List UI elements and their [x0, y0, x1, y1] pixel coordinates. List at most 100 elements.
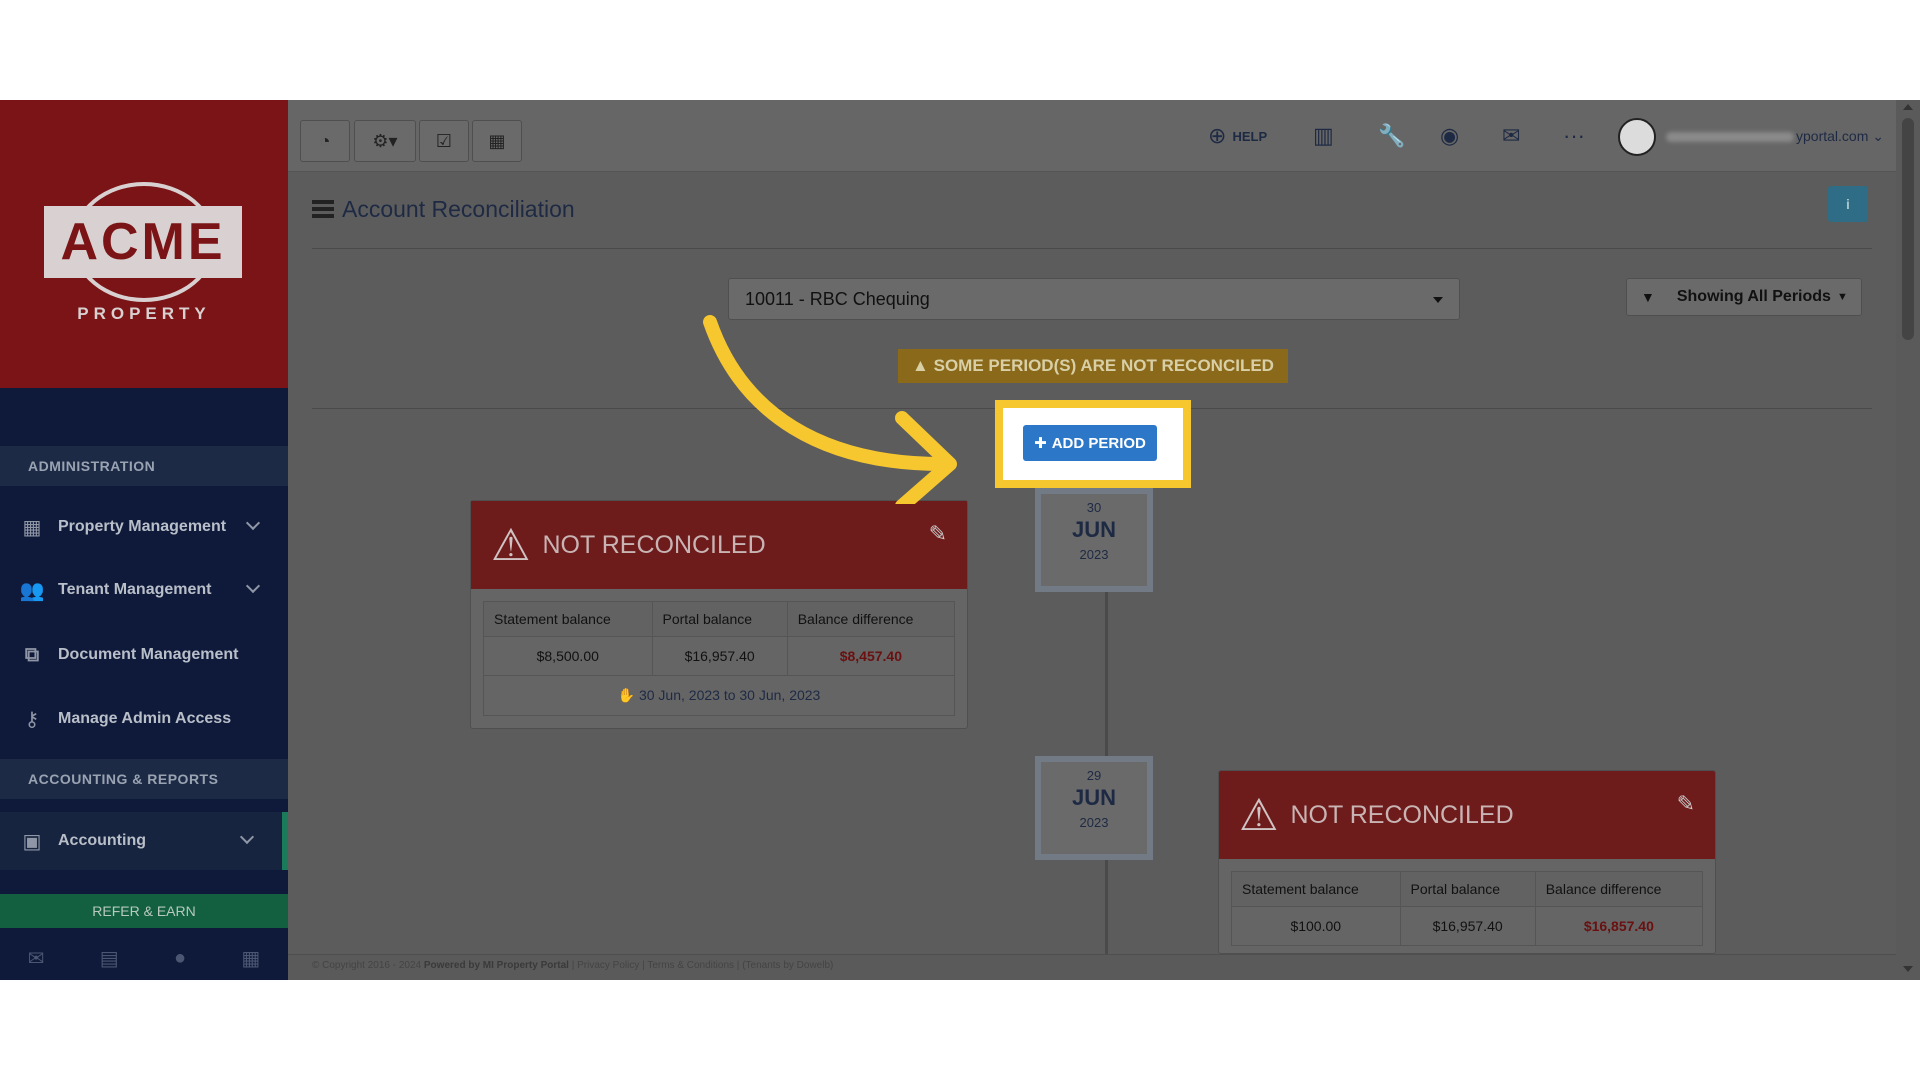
key-icon: ⚷	[24, 708, 40, 731]
money-icon: ▣	[22, 830, 42, 853]
terms-link[interactable]: Terms & Conditions	[647, 960, 734, 971]
date-month: JUN	[1071, 785, 1116, 810]
messages-button[interactable]: ✉	[1502, 120, 1520, 152]
sidebar-item-tenant-management[interactable]: 👥 Tenant Management	[0, 561, 288, 619]
period-card-header: ⚠ NOT RECONCILED ✎	[471, 501, 967, 589]
tenants-credit: (Tenants by Dowelb)	[742, 960, 834, 971]
calculator-icon[interactable]: ▦	[241, 946, 260, 971]
redacted-email	[1666, 132, 1794, 143]
scrollbar[interactable]	[1896, 100, 1920, 980]
dashboard-icon: ◔	[319, 130, 331, 151]
app-window: ACME PROPERTY ADMINISTRATION ▦ Property …	[0, 100, 1920, 980]
privacy-link[interactable]: Privacy Policy	[577, 960, 639, 971]
calendar-button[interactable]: ☑	[419, 120, 469, 162]
scrollbar-thumb[interactable]	[1902, 118, 1914, 340]
settings-dropdown-button[interactable]: ⚙▾	[354, 120, 416, 162]
chevron-down-icon: ⌄	[1872, 128, 1884, 144]
gear-icon: ⚙▾	[372, 130, 398, 151]
portal-balance: $16,957.40	[1399, 906, 1536, 946]
date-day: 29	[1086, 768, 1102, 783]
scroll-down-icon[interactable]	[1903, 966, 1913, 972]
page-footer: © Copyright 2016 - 2024 Powered by MI Pr…	[288, 954, 1900, 980]
dashboard-button[interactable]: ◔	[300, 120, 350, 162]
sidebar-item-label: Tenant Management	[58, 581, 212, 598]
divider	[312, 248, 1872, 249]
period-filter-button[interactable]: ▼ Showing All Periods ▼	[1626, 278, 1862, 316]
info-button[interactable]: i	[1828, 186, 1868, 222]
user-email-suffix: yportal.com	[1796, 128, 1869, 144]
calendar-check-icon: ☑	[435, 130, 453, 151]
sidebar-item-label: Document Management	[58, 646, 239, 663]
person-icon[interactable]: ●	[174, 947, 186, 970]
sidebar-section-accounting: ACCOUNTING & REPORTS	[0, 759, 288, 799]
column-header: Balance difference	[1534, 871, 1704, 907]
envelope-icon: ✉	[1502, 123, 1521, 148]
period-card: ⚠ NOT RECONCILED ✎ Statement balance Por…	[470, 500, 968, 729]
avatar[interactable]	[1618, 118, 1656, 156]
user-menu[interactable]: yportal.com ⌄	[1666, 128, 1884, 145]
help-button[interactable]: ⊕ HELP	[1208, 120, 1267, 152]
sidebar-item-document-management[interactable]: ⧉ Document Management	[0, 626, 288, 684]
statement-balance: $100.00	[1231, 906, 1401, 946]
sidebar-section-administration: ADMINISTRATION	[0, 446, 288, 486]
sidebar-item-accounting[interactable]: ▣ Accounting	[0, 812, 288, 870]
tools-button[interactable]: 🔧	[1378, 120, 1405, 152]
powered-by-link[interactable]: Powered by MI Property Portal	[424, 960, 569, 971]
preview-button[interactable]: ◉	[1440, 120, 1459, 152]
refer-and-earn-button[interactable]: REFER & EARN	[0, 894, 288, 928]
date-year: 2023	[1079, 815, 1109, 830]
scroll-up-icon[interactable]	[1903, 104, 1913, 110]
period-date-badge: 29 JUN 2023	[1035, 756, 1153, 860]
sidebar-item-label: Accounting	[58, 832, 146, 849]
sidebar-item-label: Manage Admin Access	[58, 710, 232, 727]
chevron-down-icon	[239, 829, 255, 845]
chevron-down-icon	[245, 515, 261, 531]
warning-icon: ⚠	[1239, 790, 1279, 840]
sidebar-item-property-management[interactable]: ▦ Property Management	[0, 498, 288, 556]
help-label: HELP	[1232, 128, 1268, 144]
table-row: ✋ 30 Jun, 2023 to 30 Jun, 2023	[483, 675, 955, 716]
column-header: Portal balance	[651, 601, 788, 637]
period-range-text: 30 Jun, 2023 to 30 Jun, 2023	[638, 687, 821, 703]
calculator-button[interactable]: ▦	[472, 120, 522, 162]
statement-balance: $8,500.00	[483, 636, 653, 676]
period-date-badge: 30 JUN 2023	[1035, 488, 1153, 592]
page-title: Account Reconciliation	[342, 196, 575, 222]
portal-balance: $16,957.40	[651, 636, 788, 676]
caret-down-icon	[1433, 297, 1443, 303]
column-header: Balance difference	[786, 601, 956, 637]
briefcase-icon[interactable]: ▤	[100, 946, 119, 971]
users-icon: 👥	[19, 579, 45, 602]
pencil-icon[interactable]: ✎	[1677, 791, 1695, 817]
funnel-icon: ▼	[1641, 289, 1655, 305]
logo-subtitle: PROPERTY	[77, 304, 211, 323]
add-period-button[interactable]: ✚ ADD PERIOD	[1023, 425, 1157, 461]
table-row: $100.00 $16,957.40 $16,857.40	[1231, 906, 1704, 946]
column-header: Statement balance	[1231, 871, 1401, 907]
brand-logo[interactable]: ACME PROPERTY	[0, 100, 288, 388]
sidebar-footer: ✉ ▤ ● ▦	[0, 936, 288, 980]
building-icon: ▦	[22, 516, 42, 539]
warning-icon: ⚠	[491, 520, 531, 570]
balance-difference: $16,857.40	[1534, 906, 1704, 946]
main-content: ◔ ⚙▾ ☑ ▦ ⊕ HELP ▥ 🔧 ◉ ✉ ··· yportal.com …	[288, 100, 1900, 980]
calculator-icon: ▦	[488, 130, 506, 151]
ellipsis-icon: ···	[1563, 123, 1585, 148]
pencil-icon[interactable]: ✎	[929, 521, 947, 547]
eye-icon: ◉	[1440, 123, 1460, 148]
copyright: © Copyright 2016 - 2024	[312, 960, 422, 971]
top-toolbar: ◔ ⚙▾ ☑ ▦ ⊕ HELP ▥ 🔧 ◉ ✉ ··· yportal.com …	[288, 100, 1900, 172]
more-button[interactable]: ···	[1563, 120, 1585, 152]
wrench-icon: 🔧	[1378, 123, 1406, 148]
account-select-value: 10011 - RBC Chequing	[745, 289, 930, 309]
logo-text: ACME	[44, 206, 242, 278]
envelope-icon[interactable]: ✉	[28, 946, 45, 971]
sidebar-item-manage-admin-access[interactable]: ⚷ Manage Admin Access	[0, 690, 288, 748]
sidebar-item-label: Property Management	[58, 518, 227, 535]
table-row: $8,500.00 $16,957.40 $8,457.40	[483, 636, 956, 676]
bar-chart-icon: ▥	[1313, 123, 1334, 148]
date-year: 2023	[1079, 547, 1109, 562]
period-balance-table: Statement balance Portal balance Balance…	[1231, 871, 1704, 946]
period-range: ✋ 30 Jun, 2023 to 30 Jun, 2023	[483, 675, 955, 716]
reports-button[interactable]: ▥	[1313, 120, 1334, 152]
